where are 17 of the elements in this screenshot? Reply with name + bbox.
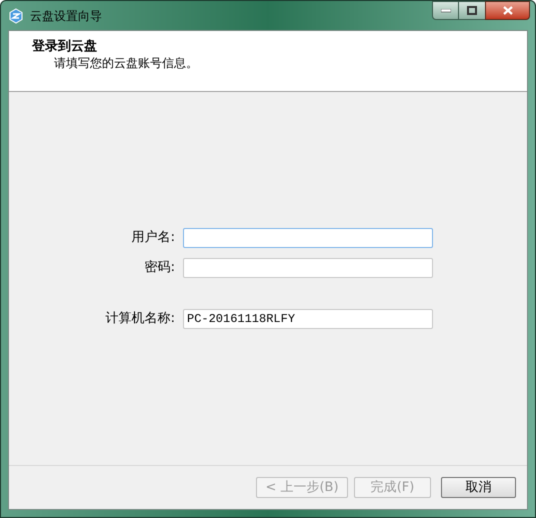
input-field[interactable] [183,258,433,278]
input-field[interactable]: PC-20161118RLFY [183,309,433,329]
close-button[interactable] [485,1,530,20]
wizard-button[interactable]: 取消 [441,477,516,498]
window-title: 云盘设置向导 [30,8,102,24]
field-label: 密码: [144,259,176,278]
maximize-button[interactable] [459,1,485,20]
minimize-icon [440,8,450,12]
page-subtitle: 请填写您的云盘账号信息。 [53,55,199,71]
page-title: 登录到云盘 [32,39,98,55]
input-field[interactable] [183,228,433,248]
close-icon [502,6,512,15]
field-label: 计算机名称: [104,310,176,328]
field-label: 用户名: [130,229,176,248]
cube-icon [8,8,24,24]
minimize-button[interactable] [432,1,459,20]
maximize-icon [467,6,477,15]
